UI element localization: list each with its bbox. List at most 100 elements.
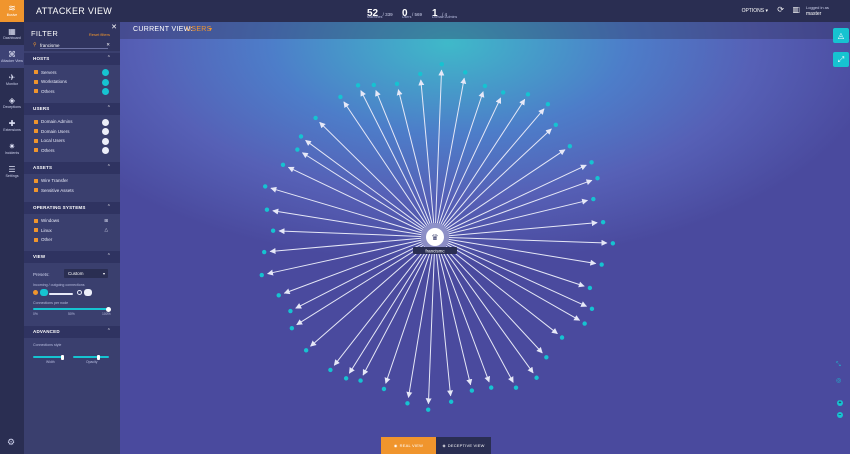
hosts-section-header[interactable]: HOSTS ⌃ (24, 53, 120, 65)
tab-deceptive-view[interactable]: ◈ DECEPTIVE VIEW (436, 437, 491, 454)
checkbox[interactable] (34, 138, 38, 143)
connections-graph[interactable]: ♛ francismc (120, 22, 850, 454)
slider-handle[interactable] (106, 306, 111, 312)
graph-node[interactable] (587, 285, 593, 291)
opacity-slider[interactable] (73, 356, 109, 358)
zoom-out-button[interactable]: − (837, 412, 843, 418)
graph-node[interactable] (513, 385, 519, 390)
os-filter-row[interactable]: Windows ⊞ (24, 217, 120, 227)
checkbox[interactable] (34, 228, 38, 232)
graph-node[interactable] (298, 134, 304, 139)
graph-node[interactable] (289, 325, 295, 331)
close-icon[interactable]: ✕ (111, 23, 117, 31)
users-section-header[interactable]: USERS ⌃ (24, 102, 120, 115)
graph-node[interactable] (489, 385, 494, 390)
sidebar-item-attacker-view[interactable]: ⌘ Attacker View (0, 45, 24, 68)
graph-node[interactable] (599, 262, 604, 267)
checkbox[interactable] (34, 178, 38, 183)
graph-node[interactable] (544, 355, 549, 360)
users-filter-row[interactable]: Domain Users (24, 127, 120, 137)
graph-node[interactable] (313, 115, 318, 121)
users-filter-row[interactable]: Others (24, 146, 120, 156)
connections-per-node-slider[interactable]: 0% 50% 100% (24, 305, 120, 319)
graph-node[interactable] (448, 399, 454, 404)
username[interactable]: master (806, 11, 840, 17)
graph-node[interactable] (610, 241, 616, 246)
checkbox[interactable] (34, 129, 38, 133)
graph-node[interactable] (534, 375, 539, 380)
options-menu[interactable]: OPTIONS ▾ (742, 8, 768, 14)
graph-node[interactable] (425, 407, 431, 412)
checkbox[interactable] (34, 148, 38, 152)
graph-node[interactable] (405, 401, 410, 406)
graph-node[interactable] (600, 219, 606, 225)
graph-node[interactable] (589, 306, 595, 312)
attacker-graph-canvas[interactable]: ♛ francismc CURRENT VIEW: USERS ▾ ◬ ⤢ ⤡ ◎… (120, 22, 850, 454)
sidebar-item-monitor[interactable]: ✈ Monitor (0, 68, 24, 91)
width-slider-handle[interactable] (61, 354, 64, 360)
graph-node[interactable] (295, 147, 300, 152)
zoom-in-button[interactable]: + (837, 400, 843, 406)
graph-node[interactable] (463, 70, 468, 75)
os-filter-row[interactable]: Other (24, 236, 120, 246)
clear-search-icon[interactable]: ✕ (106, 42, 110, 48)
sidebar-item-extensions[interactable]: ✚ Extensions (0, 114, 24, 137)
width-slider[interactable] (33, 356, 63, 358)
graph-node[interactable] (591, 196, 596, 202)
sidebar-item-dashboard[interactable]: ▦ Dashboard (0, 22, 24, 45)
reset-filters-link[interactable]: Reset filters (89, 32, 110, 37)
notifications-button[interactable]: ◬ (833, 28, 849, 43)
wand-button[interactable]: ⤢ (833, 52, 849, 67)
refresh-icon[interactable]: ⟳ (777, 5, 784, 14)
graph-node[interactable] (553, 122, 559, 127)
gear-icon[interactable]: ⚙ (7, 437, 15, 448)
hosts-filter-row[interactable]: Servers (24, 68, 120, 78)
graph-node[interactable] (280, 162, 286, 167)
graph-node[interactable] (525, 92, 531, 97)
assets-filter-row[interactable]: Wire Transfer (24, 177, 120, 187)
graph-node[interactable] (358, 378, 363, 383)
graph-node[interactable] (343, 376, 349, 381)
users-filter-row[interactable]: Domain Admins (24, 118, 120, 128)
os-section-header[interactable]: OPERATING SYSTEMS ⌃ (24, 201, 120, 214)
sidebar-item-deceptions[interactable]: ◈ Deceptions (0, 91, 24, 114)
advanced-section-header[interactable]: ADVANCED ⌃ (24, 326, 120, 338)
graph-node[interactable] (261, 249, 267, 255)
assets-filter-row[interactable]: Sensitive Assets (24, 186, 120, 196)
graph-node[interactable] (355, 83, 361, 88)
graph-node[interactable] (545, 102, 551, 107)
graph-node[interactable] (469, 388, 475, 393)
graph-node[interactable] (338, 94, 343, 100)
graph-node[interactable] (303, 348, 309, 353)
opacity-slider-handle[interactable] (97, 354, 100, 360)
tab-real-view[interactable]: ◉ REAL VIEW (381, 437, 436, 454)
assets-section-header[interactable]: ASSETS ⌃ (24, 161, 120, 174)
fit-view-icon[interactable]: ⤡ (836, 362, 841, 369)
graph-node[interactable] (595, 176, 600, 181)
graph-node[interactable] (567, 144, 573, 149)
checkbox[interactable] (34, 218, 38, 223)
checkbox[interactable] (34, 70, 38, 74)
users-filter-row[interactable]: Local Users (24, 137, 120, 147)
search-input[interactable] (40, 42, 108, 49)
sidebar-item-settings[interactable]: ☰ Settings (0, 160, 24, 183)
outgoing-radio[interactable] (77, 290, 82, 295)
graph-node[interactable] (371, 82, 377, 88)
graph-node[interactable] (381, 386, 387, 392)
current-view-dropdown[interactable]: USERS (186, 26, 212, 33)
graph-node[interactable] (264, 207, 270, 212)
brand-logo[interactable]: ≋ illusive (0, 0, 24, 22)
sidebar-item-incidents[interactable]: ✷ Incidents (0, 137, 24, 160)
graph-node[interactable] (582, 321, 587, 326)
graph-node[interactable] (328, 367, 333, 373)
graph-node[interactable] (288, 308, 293, 314)
view-section-header[interactable]: VIEW ⌃ (24, 251, 120, 263)
graph-node[interactable] (559, 335, 565, 340)
bar-chart-icon[interactable]: ▥ (792, 5, 800, 14)
hosts-filter-row[interactable]: Workstations (24, 78, 120, 88)
checkbox[interactable] (34, 89, 38, 93)
graph-node[interactable] (259, 272, 264, 278)
checkbox[interactable] (34, 119, 38, 124)
hosts-filter-row[interactable]: Others (24, 87, 120, 97)
incoming-radio[interactable] (33, 290, 38, 295)
